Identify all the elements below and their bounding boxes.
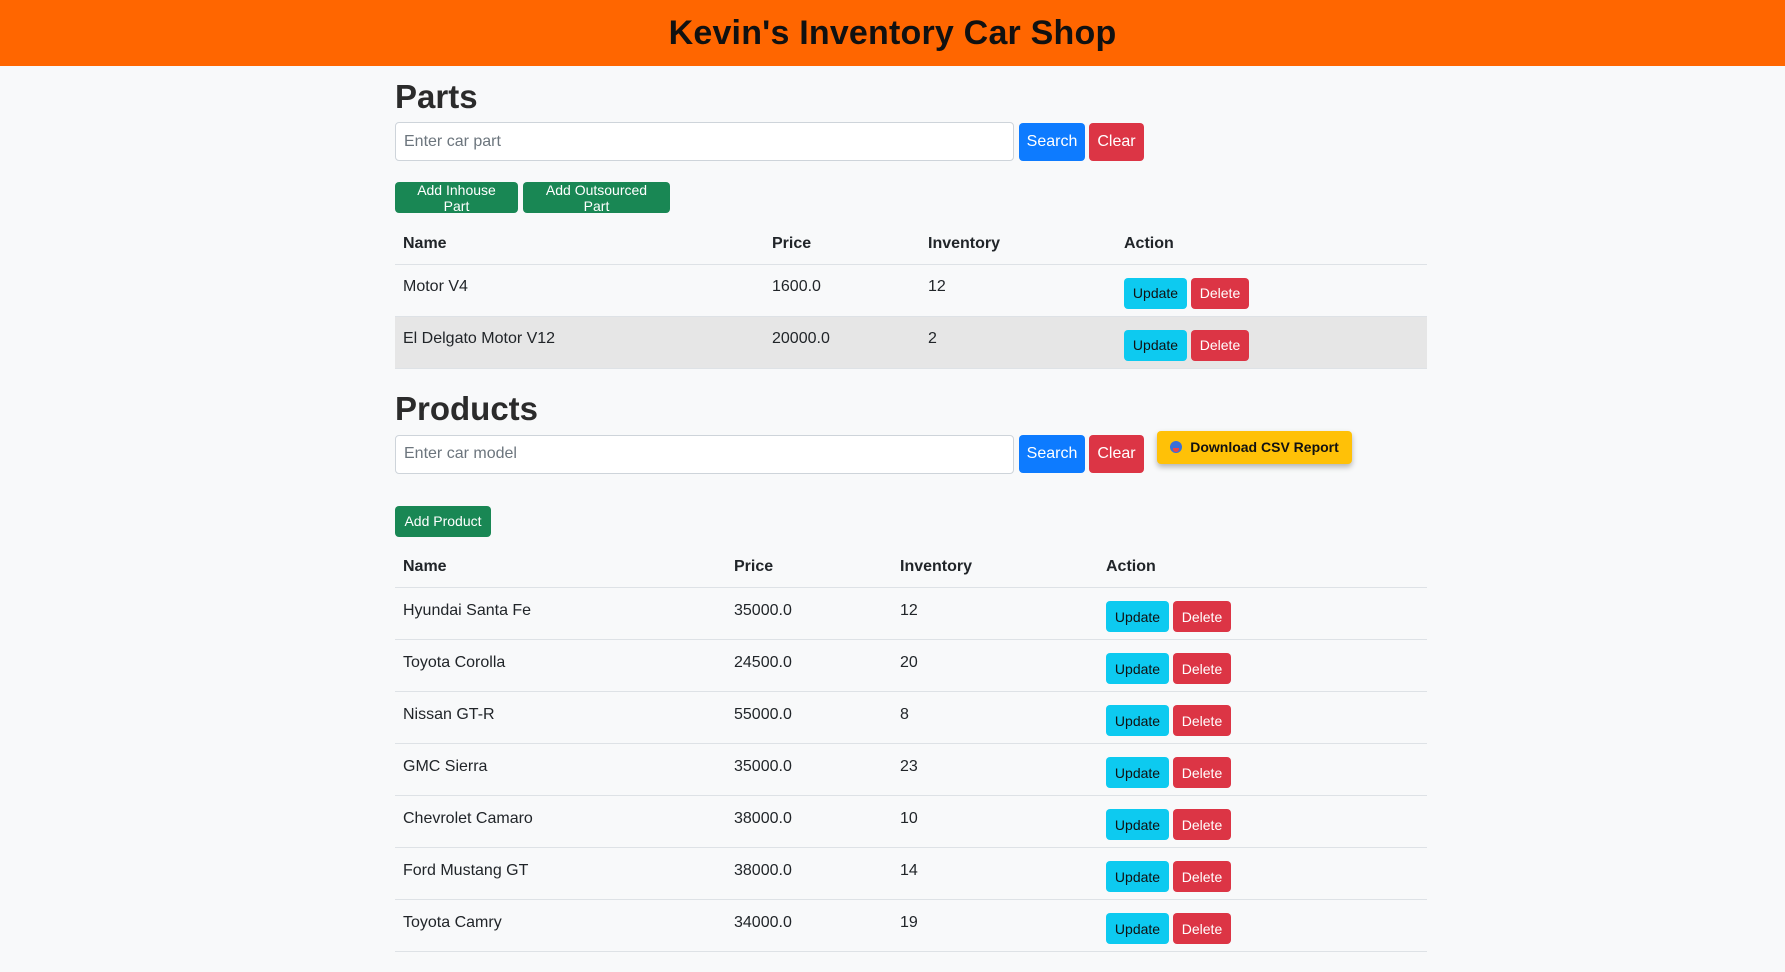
product-price: 35000.0 (734, 757, 792, 775)
main-container: Parts Search Clear Add Inhouse Part Add … (395, 66, 1427, 952)
table-row: Nissan GT-R 55000.0 8 Update Delete (395, 691, 1427, 744)
parts-search-form: Search Clear (395, 122, 1427, 161)
column-header-price: Price (726, 547, 892, 588)
table-row: Toyota Camry 34000.0 19 Update Delete (395, 899, 1427, 952)
product-name: Nissan GT-R (403, 705, 495, 723)
products-table-header: Name Price Inventory Action (395, 547, 1427, 588)
part-inventory: 2 (928, 330, 937, 347)
column-header-price: Price (764, 224, 920, 265)
delete-button[interactable]: Delete (1191, 277, 1249, 309)
add-product-button[interactable]: Add Product (395, 505, 491, 537)
delete-button[interactable]: Delete (1173, 705, 1231, 736)
add-outsourced-part-button[interactable]: Add Outsourced Part (523, 182, 670, 214)
product-price: 55000.0 (734, 705, 792, 723)
table-row: Toyota Corolla 24500.0 20 Update Delete (395, 639, 1427, 692)
table-row: Chevrolet Camaro 38000.0 10 Update Delet… (395, 795, 1427, 848)
products-search-button[interactable]: Search (1019, 435, 1085, 473)
parts-add-buttons: Add Inhouse Part Add Outsourced Part (395, 182, 1427, 214)
download-csv-label: Download CSV Report (1190, 439, 1339, 455)
product-price: 38000.0 (734, 861, 792, 879)
product-price: 35000.0 (734, 601, 792, 619)
table-row: Motor V4 1600.0 12 Update Delete (395, 264, 1427, 317)
products-section: Products Search Clear Download CSV Repor… (395, 389, 1427, 952)
update-button[interactable]: Update (1106, 601, 1169, 632)
parts-search-input[interactable] (395, 122, 1014, 161)
parts-table: Name Price Inventory Action Motor V4 160… (395, 224, 1427, 369)
product-inventory: 8 (900, 705, 909, 723)
product-inventory: 19 (900, 913, 918, 931)
parts-heading: Parts (395, 78, 478, 115)
parts-table-header: Name Price Inventory Action (395, 224, 1427, 265)
delete-button[interactable]: Delete (1173, 861, 1231, 892)
product-inventory: 12 (900, 601, 918, 619)
table-row: Hyundai Santa Fe 35000.0 12 Update Delet… (395, 587, 1427, 640)
download-icon (1170, 441, 1183, 453)
update-button[interactable]: Update (1106, 653, 1169, 684)
top-header: Kevin's Inventory Car Shop (0, 0, 1785, 66)
update-button[interactable]: Update (1106, 705, 1169, 736)
products-clear-button[interactable]: Clear (1089, 435, 1144, 473)
column-header-action: Action (1116, 224, 1427, 265)
product-price: 34000.0 (734, 913, 792, 931)
product-name: Hyundai Santa Fe (403, 601, 532, 619)
product-price: 24500.0 (734, 653, 792, 671)
product-name: Chevrolet Camaro (403, 809, 533, 827)
part-name: El Delgato Motor V12 (403, 330, 556, 347)
parts-section: Parts Search Clear Add Inhouse Part Add … (395, 80, 1427, 369)
column-header-name: Name (395, 224, 764, 265)
column-header-name: Name (395, 547, 726, 588)
add-inhouse-part-button[interactable]: Add Inhouse Part (395, 182, 518, 214)
product-price: 38000.0 (734, 809, 792, 827)
product-inventory: 23 (900, 757, 918, 775)
products-search-form: Search Clear Download CSV Report (395, 430, 1427, 474)
page-title: Kevin's Inventory Car Shop (668, 13, 1117, 52)
parts-search-button[interactable]: Search (1019, 122, 1085, 161)
column-header-inventory: Inventory (920, 224, 1116, 265)
part-inventory: 12 (928, 278, 946, 295)
product-name: GMC Sierra (403, 757, 488, 775)
part-price: 1600.0 (772, 278, 821, 295)
column-header-action: Action (1098, 547, 1427, 588)
products-search-input[interactable] (395, 434, 1014, 474)
column-header-inventory: Inventory (892, 547, 1098, 588)
update-button[interactable]: Update (1106, 809, 1169, 840)
delete-button[interactable]: Delete (1173, 601, 1231, 632)
download-csv-button[interactable]: Download CSV Report (1157, 430, 1352, 464)
update-button[interactable]: Update (1124, 329, 1187, 361)
update-button[interactable]: Update (1124, 277, 1187, 309)
products-table: Name Price Inventory Action Hyundai Sant… (395, 547, 1427, 952)
delete-button[interactable]: Delete (1173, 757, 1231, 788)
parts-clear-button[interactable]: Clear (1089, 122, 1144, 161)
products-heading: Products (395, 389, 539, 427)
products-add-buttons: Add Product (395, 505, 1427, 537)
delete-button[interactable]: Delete (1173, 653, 1231, 684)
table-row: El Delgato Motor V12 20000.0 2 Update De… (395, 316, 1427, 369)
part-name: Motor V4 (403, 278, 468, 295)
product-inventory: 20 (900, 653, 918, 671)
product-inventory: 10 (900, 809, 918, 827)
update-button[interactable]: Update (1106, 861, 1169, 892)
delete-button[interactable]: Delete (1173, 809, 1231, 840)
table-row: GMC Sierra 35000.0 23 Update Delete (395, 743, 1427, 796)
update-button[interactable]: Update (1106, 757, 1169, 788)
delete-button[interactable]: Delete (1191, 329, 1249, 361)
part-price: 20000.0 (772, 330, 830, 347)
product-name: Ford Mustang GT (403, 861, 529, 879)
product-name: Toyota Camry (403, 913, 502, 931)
product-inventory: 14 (900, 861, 918, 879)
product-name: Toyota Corolla (403, 653, 506, 671)
update-button[interactable]: Update (1106, 913, 1169, 944)
table-row: Ford Mustang GT 38000.0 14 Update Delete (395, 847, 1427, 900)
delete-button[interactable]: Delete (1173, 913, 1231, 944)
